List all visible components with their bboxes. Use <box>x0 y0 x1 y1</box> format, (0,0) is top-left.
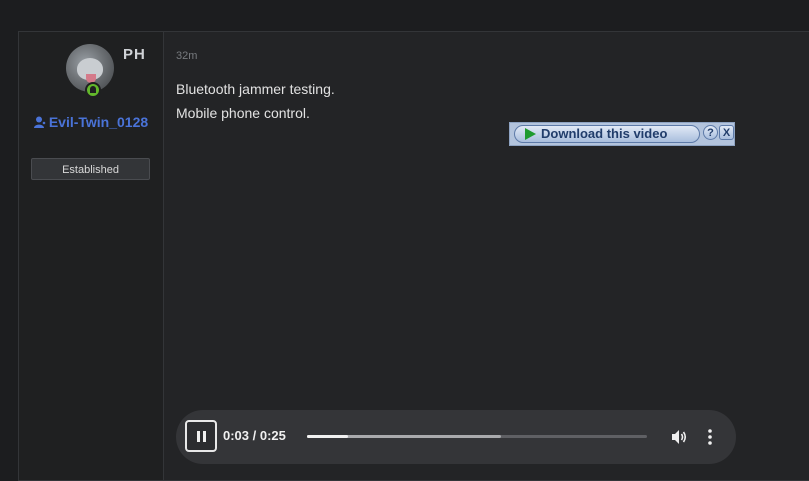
author-username: Evil-Twin_0128 <box>48 114 149 130</box>
time-display: 0:03 / 0:25 <box>223 428 286 443</box>
download-video-button[interactable]: Download this video <box>514 125 700 143</box>
author-sidebar: PH Evil-Twin_0128 Established <box>19 32 164 480</box>
video-player-controls: 0:03 / 0:25 <box>176 410 736 464</box>
author-username-link[interactable]: Evil-Twin_0128 <box>19 112 163 133</box>
close-icon[interactable]: X <box>719 125 734 140</box>
user-icon <box>33 116 46 128</box>
download-video-toolbar: Download this video ? X <box>509 122 735 146</box>
message-line: Mobile phone control. <box>176 105 310 121</box>
user-rank-badge: Established <box>31 158 150 180</box>
message-line: Bluetooth jammer testing. <box>176 81 335 97</box>
post-message: Bluetooth jammer testing. Mobile phone c… <box>176 77 335 125</box>
played-bar <box>307 435 348 438</box>
post-container: PH Evil-Twin_0128 Established 32m Blueto… <box>18 31 809 481</box>
post-timestamp[interactable]: 32m <box>176 50 197 62</box>
author-initials: PH <box>123 46 146 63</box>
help-icon[interactable]: ? <box>703 125 718 140</box>
volume-icon[interactable] <box>670 428 688 446</box>
download-label: Download this video <box>541 126 668 141</box>
more-options-icon[interactable] <box>703 428 717 446</box>
play-icon <box>525 128 536 140</box>
pause-button[interactable] <box>185 420 217 452</box>
online-status-icon <box>85 82 101 98</box>
progress-slider[interactable] <box>307 435 647 438</box>
